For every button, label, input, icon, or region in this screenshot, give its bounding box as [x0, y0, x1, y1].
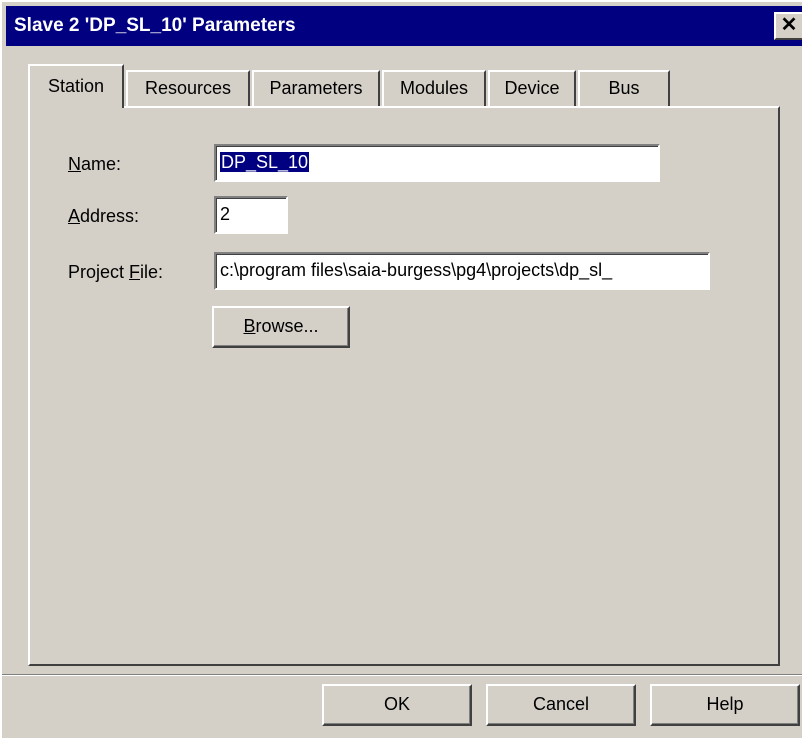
name-field[interactable]: DP_SL_10	[214, 144, 660, 182]
tab-bus[interactable]: Bus	[578, 70, 670, 106]
name-label: Name:	[68, 154, 122, 174]
tab-device-label: Device	[504, 78, 560, 98]
tab-modules-label: Modules	[399, 78, 469, 98]
tab-station-label: Station	[47, 76, 105, 96]
name-field-value: DP_SL_10	[220, 152, 310, 172]
station-tab-panel: Name: DP_SL_10 Address: 2 Project File: …	[28, 106, 780, 666]
cancel-button[interactable]: Cancel	[486, 684, 636, 726]
tab-resources[interactable]: Resources	[126, 70, 250, 106]
parameters-dialog: Slave 2 'DP_SL_10' Parameters ✕ Station …	[0, 0, 802, 738]
tab-modules[interactable]: Modules	[382, 70, 486, 106]
project-file-field-value: c:\program files\saia-burgess\pg4\projec…	[220, 260, 613, 280]
address-label: Address:	[68, 206, 140, 226]
tab-bus-label: Bus	[608, 78, 640, 98]
ok-button[interactable]: OK	[322, 684, 472, 726]
tab-parameters[interactable]: Parameters	[252, 70, 380, 106]
help-button[interactable]: Help	[650, 684, 800, 726]
close-icon[interactable]: ✕	[774, 12, 802, 40]
bottom-divider	[2, 674, 802, 676]
address-field[interactable]: 2	[214, 196, 288, 234]
address-field-value: 2	[220, 204, 231, 224]
window-title: Slave 2 'DP_SL_10' Parameters	[14, 15, 296, 36]
browse-button[interactable]: Browse...	[212, 306, 350, 348]
project-file-label: Project File:	[68, 262, 164, 282]
tab-device[interactable]: Device	[488, 70, 576, 106]
title-bar[interactable]: Slave 2 'DP_SL_10' Parameters ✕	[6, 6, 802, 46]
project-file-field[interactable]: c:\program files\saia-burgess\pg4\projec…	[214, 252, 710, 290]
tab-resources-label: Resources	[144, 78, 232, 98]
tab-station[interactable]: Station	[28, 64, 124, 108]
tab-parameters-label: Parameters	[269, 78, 363, 98]
